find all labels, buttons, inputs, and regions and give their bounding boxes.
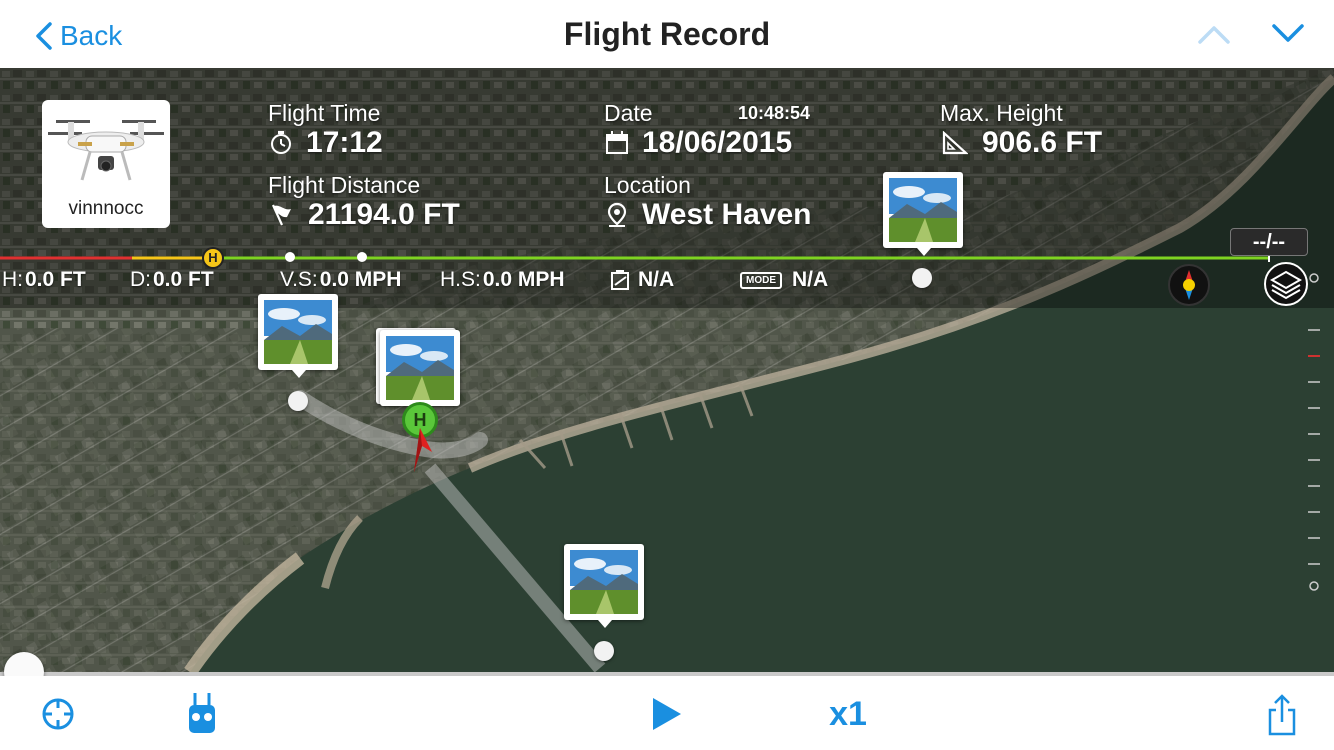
photo-position-dot xyxy=(912,268,932,288)
date-value: 18/06/2015 xyxy=(606,126,792,160)
photo-thumbnail xyxy=(889,178,957,242)
photo-thumbnail xyxy=(386,336,454,400)
stopwatch-icon xyxy=(271,131,291,154)
location-pin-icon xyxy=(607,202,627,227)
chevron-up-icon[interactable] xyxy=(1196,20,1232,48)
mode-value: N/A xyxy=(792,268,829,291)
flight-map[interactable]: vinnnocc Flight Time 17:12 Flight Distan… xyxy=(0,68,1334,672)
ruler-triangle-icon xyxy=(942,131,968,155)
remote-controller-button[interactable] xyxy=(184,692,220,736)
photo-marker[interactable] xyxy=(883,172,963,256)
max-height-label: Max. Height xyxy=(940,100,1063,126)
flight-time-value: 17:12 xyxy=(270,126,383,160)
time-of-day: 10:48:54 xyxy=(738,103,811,123)
photo-marker[interactable] xyxy=(258,294,338,378)
battery-readout: N/A xyxy=(610,268,674,292)
location: West Haven xyxy=(642,198,812,231)
mode-readout: MODE N/A xyxy=(740,268,828,292)
battery-icon xyxy=(611,270,629,290)
flag-icon xyxy=(271,204,291,226)
horizontal-speed-key: H.S: xyxy=(440,268,481,291)
distance-readout: D: 0.0 FT xyxy=(130,268,214,292)
distance-value: 0.0 FT xyxy=(153,268,214,291)
max-height: 906.6 FT xyxy=(982,126,1103,159)
username: vinnnocc xyxy=(68,198,144,219)
nav-bar: Back Flight Record xyxy=(0,0,1334,68)
play-icon xyxy=(653,698,681,730)
recenter-button[interactable] xyxy=(38,694,78,734)
aircraft-avatar: vinnnocc xyxy=(42,100,170,228)
drone-image xyxy=(48,120,164,181)
share-icon xyxy=(1268,694,1296,736)
page-title: Flight Record xyxy=(563,16,771,52)
crosshair-icon xyxy=(42,698,74,730)
photo-thumbnail xyxy=(570,550,638,614)
home-timeline-marker: H xyxy=(202,247,224,269)
calendar-icon xyxy=(606,131,628,154)
altitude-scale xyxy=(1308,273,1320,591)
horizontal-speed-value: 0.0 MPH xyxy=(482,268,565,291)
photo-thumbnail xyxy=(264,300,332,364)
max-height-value: 906.6 FT xyxy=(942,126,1102,160)
height-readout: H: 0.0 FT xyxy=(2,268,86,292)
photo-marker-tail xyxy=(598,620,612,628)
vertical-speed-value: 0.0 MPH xyxy=(319,268,402,291)
location-label: Location xyxy=(604,172,691,198)
mode-badge: MODE xyxy=(740,271,782,289)
date-label: Date xyxy=(604,100,653,126)
vertical-speed-readout: V.S: 0.0 MPH xyxy=(280,268,401,292)
remote-controller-icon xyxy=(189,693,215,733)
share-button[interactable] xyxy=(1262,692,1302,738)
photo-position-dot xyxy=(594,641,614,661)
compass-icon[interactable] xyxy=(1168,264,1210,306)
layers-icon xyxy=(1269,270,1303,300)
date: 18/06/2015 xyxy=(642,126,793,159)
flight-time-label: Flight Time xyxy=(268,100,381,126)
flight-distance-value: 21194.0 FT xyxy=(270,198,460,232)
height-key: H: xyxy=(2,268,23,291)
photo-marker[interactable] xyxy=(564,544,644,628)
chevron-down-icon[interactable] xyxy=(1270,20,1306,48)
location-value: West Haven xyxy=(606,198,812,232)
time-readout: --/-- xyxy=(1230,228,1308,256)
play-button[interactable] xyxy=(646,694,686,734)
photo-position-dot xyxy=(288,391,308,411)
bottom-toolbar: x1 xyxy=(0,676,1334,750)
photo-marker-tail xyxy=(292,370,306,378)
distance-key: D: xyxy=(130,268,151,291)
playback-speed-button[interactable]: x1 xyxy=(818,692,878,736)
timeline-track[interactable] xyxy=(0,248,1280,268)
photo-marker[interactable] xyxy=(380,330,460,406)
height-value: 0.0 FT xyxy=(25,268,86,291)
vertical-speed-key: V.S: xyxy=(280,268,318,291)
flight-time: 17:12 xyxy=(306,126,383,159)
map-layers-button[interactable] xyxy=(1264,262,1308,306)
aircraft-arrow-icon xyxy=(414,428,432,472)
horizontal-speed-readout: H.S: 0.0 MPH xyxy=(440,268,565,292)
battery-value: N/A xyxy=(638,268,675,291)
flight-distance: 21194.0 FT xyxy=(308,198,460,231)
flight-distance-label: Flight Distance xyxy=(268,172,421,198)
